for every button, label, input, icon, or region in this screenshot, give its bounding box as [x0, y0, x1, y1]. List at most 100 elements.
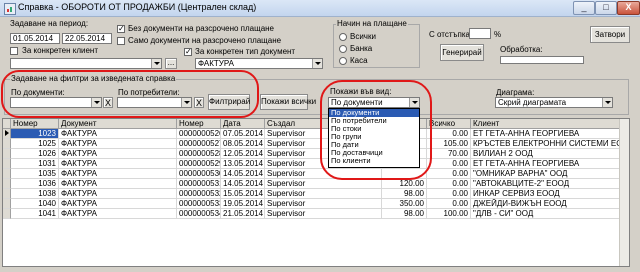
- row-header[interactable]: [3, 139, 11, 149]
- cell-document[interactable]: ФАКТУРА: [59, 129, 177, 139]
- diagram-selected: Скрий диаграмата: [498, 98, 567, 107]
- cell-date[interactable]: 08.05.2014: [221, 139, 265, 149]
- cell-id[interactable]: 1041: [11, 209, 59, 219]
- cell-date[interactable]: 12.05.2014: [221, 149, 265, 159]
- close-button[interactable]: X: [617, 1, 640, 15]
- cell-id[interactable]: 1040: [11, 199, 59, 209]
- cell-number[interactable]: 0000000526: [177, 129, 221, 139]
- cell-total[interactable]: 100.00: [427, 209, 471, 219]
- cell-number[interactable]: 0000000531: [177, 179, 221, 189]
- doc-type-checkbox[interactable]: ✓: [184, 48, 192, 56]
- cell-number[interactable]: 0000000527: [177, 139, 221, 149]
- cell-client[interactable]: ЕТ ГЕТА-АННА ГЕОРГИЕВА: [471, 159, 621, 169]
- client-checkbox[interactable]: [10, 47, 18, 55]
- payment-bank-radio[interactable]: [339, 45, 347, 53]
- cell-date[interactable]: 15.05.2014: [221, 189, 265, 199]
- cell-created-by[interactable]: Supervisor: [265, 189, 382, 199]
- cell-document[interactable]: ФАКТУРА: [59, 159, 177, 169]
- no-deferred-checkbox[interactable]: ✓: [117, 25, 125, 33]
- doc-type-select[interactable]: ФАКТУРА: [195, 58, 323, 69]
- cell-id[interactable]: 1035: [11, 169, 59, 179]
- cell-id[interactable]: 1025: [11, 139, 59, 149]
- cell-client[interactable]: "ДЛВ - СИ" ООД: [471, 209, 621, 219]
- cell-id[interactable]: 1023: [11, 129, 59, 139]
- exit-button[interactable]: Затвори: [590, 26, 630, 43]
- col-header-document[interactable]: Документ: [59, 119, 177, 129]
- cell-client[interactable]: ВИЛИАН 2 ООД: [471, 149, 621, 159]
- cell-client[interactable]: КРЪСТЕВ ЕЛЕКТРОННИ СИСТЕМИ ЕООД: [471, 139, 621, 149]
- cell-total[interactable]: 0.00: [427, 159, 471, 169]
- cell-document[interactable]: ФАКТУРА: [59, 139, 177, 149]
- cell-created-by[interactable]: Supervisor: [265, 179, 382, 189]
- cell-id[interactable]: 1026: [11, 149, 59, 159]
- cell-client[interactable]: "АВТОКАВЦИТЕ-2" ЕООД: [471, 179, 621, 189]
- col-header-number[interactable]: Номер: [177, 119, 221, 129]
- cell-client[interactable]: ЕТ ГЕТА-АННА ГЕОРГИЕВА: [471, 129, 621, 139]
- cell-date[interactable]: 14.05.2014: [221, 169, 265, 179]
- minimize-button[interactable]: _: [573, 1, 595, 15]
- cell-document[interactable]: ФАКТУРА: [59, 199, 177, 209]
- discount-input[interactable]: [469, 28, 491, 39]
- row-header[interactable]: [3, 209, 11, 219]
- cell-client[interactable]: ДЖЕЙДИ-ВИЖЪН ЕООД: [471, 199, 621, 209]
- results-table[interactable]: Номер Документ Номер Дата Създал Всичко …: [2, 118, 630, 267]
- cell-total[interactable]: 105.00: [427, 139, 471, 149]
- maximize-button[interactable]: □: [595, 1, 617, 15]
- col-header-id[interactable]: Номер: [11, 119, 59, 129]
- cell-client[interactable]: "ОМНИКАР ВАРНА" ООД: [471, 169, 621, 179]
- generate-button[interactable]: Генерирай: [440, 44, 484, 61]
- date-to-input[interactable]: 22.05.2014: [62, 33, 112, 44]
- cell-id[interactable]: 1036: [11, 179, 59, 189]
- cell-created-by[interactable]: Supervisor: [265, 199, 382, 209]
- table-scrollbar[interactable]: [619, 119, 629, 266]
- cell-total[interactable]: 0.00: [427, 129, 471, 139]
- cell-amount[interactable]: 120.00: [382, 179, 427, 189]
- cell-date[interactable]: 14.05.2014: [221, 179, 265, 189]
- only-deferred-checkbox[interactable]: [117, 37, 125, 45]
- cell-client[interactable]: ИНКАР СЕРВИЗ ЕООД: [471, 189, 621, 199]
- cell-number[interactable]: 0000000533: [177, 199, 221, 209]
- date-from-input[interactable]: 01.05.2014: [10, 33, 60, 44]
- row-header[interactable]: [3, 159, 11, 169]
- cell-document[interactable]: ФАКТУРА: [59, 179, 177, 189]
- cell-amount[interactable]: 98.00: [382, 209, 427, 219]
- cell-amount[interactable]: 350.00: [382, 199, 427, 209]
- row-header[interactable]: [3, 179, 11, 189]
- cell-total[interactable]: 0.00: [427, 169, 471, 179]
- col-header-client[interactable]: Клиент: [471, 119, 621, 129]
- cell-amount[interactable]: 98.00: [382, 189, 427, 199]
- cell-document[interactable]: ФАКТУРА: [59, 169, 177, 179]
- payment-cash-radio[interactable]: [339, 57, 347, 65]
- cell-date[interactable]: 19.05.2014: [221, 199, 265, 209]
- client-browse-button[interactable]: ...: [165, 58, 177, 69]
- col-header-date[interactable]: Дата: [221, 119, 265, 129]
- cell-number[interactable]: 0000000534: [177, 209, 221, 219]
- cell-total[interactable]: 0.00: [427, 179, 471, 189]
- cell-number[interactable]: 0000000528: [177, 149, 221, 159]
- cell-document[interactable]: ФАКТУРА: [59, 189, 177, 199]
- payment-all-radio[interactable]: [339, 33, 347, 41]
- row-header[interactable]: [3, 149, 11, 159]
- cell-number[interactable]: 0000000529: [177, 159, 221, 169]
- cell-id[interactable]: 1038: [11, 189, 59, 199]
- diagram-select[interactable]: Скрий диаграмата: [495, 97, 613, 108]
- client-select[interactable]: [10, 58, 162, 69]
- cell-id[interactable]: 1031: [11, 159, 59, 169]
- cell-number[interactable]: 0000000530: [177, 169, 221, 179]
- show-all-button[interactable]: Покажи всички: [260, 94, 316, 110]
- cell-total[interactable]: 0.00: [427, 199, 471, 209]
- row-header[interactable]: [3, 189, 11, 199]
- cell-total[interactable]: 70.00: [427, 149, 471, 159]
- row-header[interactable]: [3, 169, 11, 179]
- cell-number[interactable]: 0000000532: [177, 189, 221, 199]
- col-header-total[interactable]: Всичко: [427, 119, 471, 129]
- row-header[interactable]: [3, 129, 11, 139]
- cell-created-by[interactable]: Supervisor: [265, 209, 382, 219]
- cell-total[interactable]: 0.00: [427, 189, 471, 199]
- cell-date[interactable]: 13.05.2014: [221, 159, 265, 169]
- cell-date[interactable]: 07.05.2014: [221, 129, 265, 139]
- row-header[interactable]: [3, 199, 11, 209]
- cell-document[interactable]: ФАКТУРА: [59, 149, 177, 159]
- cell-document[interactable]: ФАКТУРА: [59, 209, 177, 219]
- cell-date[interactable]: 21.05.2014: [221, 209, 265, 219]
